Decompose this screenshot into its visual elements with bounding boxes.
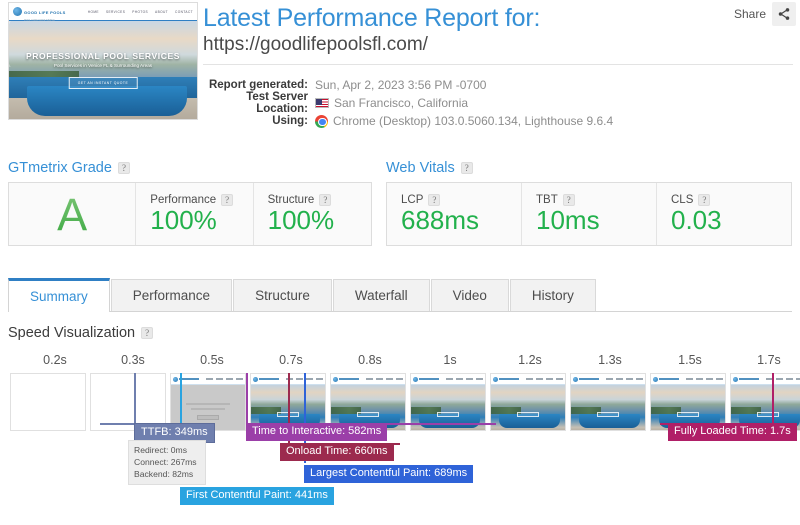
tbt-value: 10ms [536,204,600,235]
share-label: Share [733,7,766,21]
meta-row-test-server-location: Test Server Location: San Francisco, Cal… [203,91,613,115]
using-text: Chrome (Desktop) 103.0.5060.134, Lightho… [333,114,614,128]
marker-line-ttfb [134,373,136,425]
badge-fully-loaded-time[interactable]: Fully Loaded Time: 1.7s [668,423,797,441]
structure-score-cell: Structure ? 100% [254,183,371,245]
report-meta: Report generated: Sun, Apr 2, 2023 3:56 … [203,76,613,130]
performance-score-cell: Performance ? 100% [136,183,254,245]
share-icon[interactable] [772,2,796,26]
filmstrip-frame [10,373,86,431]
filmstrip-frame [490,373,566,431]
tab-performance[interactable]: Performance [110,279,233,311]
help-icon-web-vitals[interactable]: ? [460,162,473,174]
meta-label-using: Using: [272,115,308,127]
marker-line-fully-loaded-time [772,373,774,425]
tick-6: 1.2s [518,353,542,367]
hero-cta-button[interactable]: GET AN INSTANT QUOTE [68,77,138,89]
overall-grade-value: A [57,188,88,240]
structure-value: 100% [267,204,335,235]
nav-link-about: ABOUT [155,9,169,14]
tbt-cell: TBT ? 10ms [522,183,657,245]
swimming-pool [27,86,187,116]
tick-5: 1s [443,353,457,367]
web-vitals-title: Web Vitals [386,160,455,176]
speed-visualization-heading: Speed Visualization ? [8,325,154,341]
tab-video[interactable]: Video [430,279,509,311]
nav-link-photos: PHOTOS [132,9,149,14]
tick-0: 0.2s [43,353,67,367]
meta-value-using: Chrome (Desktop) 103.0.5060.134, Lightho… [315,114,613,128]
speed-visualization-title: Speed Visualization [8,325,136,341]
badge-first-contentful-paint[interactable]: First Contentful Paint: 441ms [180,487,334,505]
site-brand-name: GOOD LIFE POOLS [24,10,66,15]
web-vitals-heading: Web Vitals ? [386,160,473,176]
marker-line-time-to-interactive [246,373,248,425]
report-generated-text: Sun, Apr 2, 2023 3:56 PM -0700 [315,78,487,92]
tick-8: 1.5s [678,353,702,367]
lcp-cell: LCP ? 688ms [387,183,522,245]
tab-history[interactable]: History [509,279,596,311]
logo-circle-icon [13,7,22,16]
thumbnail-site-nav: GOOD LIFE POOLS POOL CARE MADE SIMPLE HO… [9,3,197,22]
overall-grade-cell: A [9,183,137,245]
cls-value: 0.03 [671,204,722,235]
gtmetrix-report-page: Share GOOD LIFE POOLS POOL CARE MADE SIM… [0,0,800,525]
tick-3: 0.7s [279,353,303,367]
gtmetrix-grade-title: GTmetrix Grade [8,160,112,176]
nav-link-home: HOME [87,9,99,14]
nav-link-contact: CONTACT [175,9,193,14]
tab-summary[interactable]: Summary [8,278,110,312]
ttfb-backend: Backend: 82ms [134,469,194,480]
nav-link-services: SERVICES [105,9,126,14]
meta-label-report-generated: Report generated: [208,79,308,91]
cls-cell: CLS ? 0.03 [657,183,791,245]
meta-value-test-server-location: San Francisco, California [315,96,468,110]
tick-1: 0.3s [121,353,145,367]
thumbnail-nav-links: HOME SERVICES PHOTOS ABOUT CONTACT [88,10,193,14]
share-control[interactable]: Share [734,2,796,26]
tick-9: 1.7s [757,353,781,367]
badge-largest-contentful-paint[interactable]: Largest Contentful Paint: 689ms [304,465,474,483]
site-logo: GOOD LIFE POOLS POOL CARE MADE SIMPLE [13,3,66,22]
us-flag-icon [315,98,329,108]
report-url[interactable]: https://goodlifepoolsfl.com/ [203,34,428,56]
ttfb-connect: Connect: 267ms [134,457,197,468]
badge-onload-time[interactable]: Onload Time: 660ms [280,443,394,461]
report-tabs: Summary Performance Structure Waterfall … [8,278,792,312]
web-vitals-panel: LCP ? 688ms TBT ? 10ms CLS ? 0.03 [386,182,792,246]
hero-subheading: Pool Services in Venice FL & Surrounding… [53,63,153,68]
badge-time-to-interactive[interactable]: Time to Interactive: 582ms [246,423,388,441]
speed-visualization-filmstrip: 0.2s 0.3s 0.5s 0.7s 0.8s 1s 1.2s 1.3s 1.… [0,345,800,525]
meta-row-using: Using: Chrome (Desktop) 103.0.5060.134, … [203,112,613,130]
tick-4: 0.8s [358,353,382,367]
thumbnail-hero: PROFESSIONAL POOL SERVICES Pool Services… [9,21,197,119]
tick-7: 1.3s [598,353,622,367]
gtmetrix-grade-panel: A Performance ? 100% Structure ? 100% [8,182,372,246]
ttfb-breakdown: Redirect: 0ms Connect: 267ms Backend: 82… [128,440,206,485]
filmstrip-frame [570,373,646,431]
tab-waterfall[interactable]: Waterfall [332,279,430,311]
title-divider [203,64,793,65]
ttfb-redirect: Redirect: 0ms [134,445,188,455]
hero-heading: PROFESSIONAL POOL SERVICES [26,51,180,61]
meta-label-test-server-location: Test Server Location: [246,91,308,115]
help-icon-performance[interactable]: ? [221,193,234,206]
page-title: Latest Performance Report for: [203,4,541,32]
tick-2: 0.5s [200,353,224,367]
test-server-location-text: San Francisco, California [334,96,469,110]
tab-structure[interactable]: Structure [233,279,332,311]
site-screenshot-thumbnail[interactable]: GOOD LIFE POOLS POOL CARE MADE SIMPLE HO… [8,2,198,120]
gtmetrix-grade-heading: GTmetrix Grade ? [8,160,130,176]
chrome-icon [315,114,328,128]
meta-value-report-generated: Sun, Apr 2, 2023 3:56 PM -0700 [315,78,486,92]
performance-value: 100% [150,204,217,235]
help-icon-speed-visualization[interactable]: ? [141,327,154,339]
lcp-value: 688ms [401,204,480,235]
help-icon-gtmetrix-grade[interactable]: ? [117,162,130,174]
